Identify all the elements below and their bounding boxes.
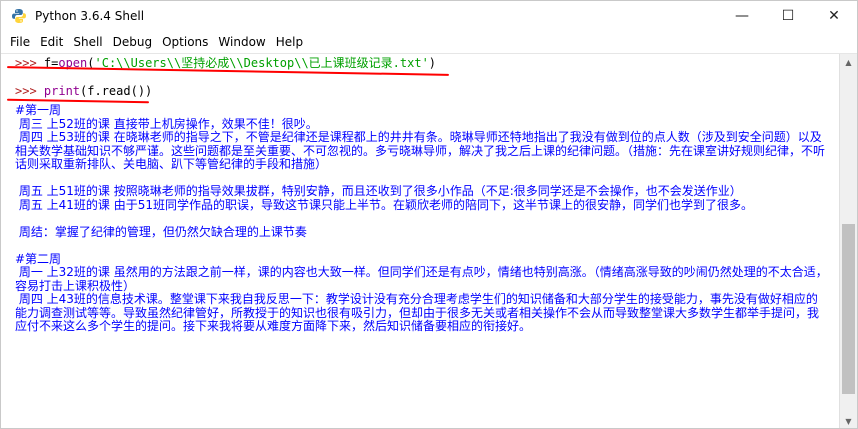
menu-options[interactable]: Options: [157, 31, 213, 53]
shell-prompt: >>>: [15, 84, 44, 98]
menu-edit[interactable]: Edit: [35, 31, 68, 53]
menu-shell[interactable]: Shell: [68, 31, 107, 53]
close-button[interactable]: ✕: [811, 1, 857, 31]
cmd-paren-close: ): [428, 56, 437, 70]
idle-shell-window: Python 3.6.4 Shell — ☐ ✕ File Edit Shell…: [0, 0, 858, 429]
menu-bar: File Edit Shell Debug Options Window Hel…: [1, 31, 857, 54]
window-controls: — ☐ ✕: [719, 1, 857, 31]
cmd-print-func: print: [43, 84, 81, 98]
window-title: Python 3.6.4 Shell: [35, 9, 145, 23]
scroll-up-arrow-icon[interactable]: ▲: [840, 54, 857, 71]
shell-output: #第一周 周三 上52班的课 直接带上机房操作，效果不佳！很吵。 周四 上53班…: [15, 103, 828, 333]
menu-debug[interactable]: Debug: [108, 31, 157, 53]
title-bar: Python 3.6.4 Shell — ☐ ✕: [1, 1, 857, 31]
shell-line-print: >>> print(f.read()): [1, 84, 839, 99]
menu-help[interactable]: Help: [271, 31, 308, 53]
python-logo-icon: [9, 6, 29, 26]
maximize-button[interactable]: ☐: [765, 1, 811, 31]
menu-window[interactable]: Window: [213, 31, 270, 53]
vertical-scrollbar[interactable]: ▲ ▼: [839, 54, 857, 428]
menu-file[interactable]: File: [5, 31, 35, 53]
shell-text-area[interactable]: >>> f=open('C:\\Users\\坚持必成\\Desktop\\已上…: [1, 54, 839, 428]
cmd-print-args: (f.read()): [80, 84, 153, 98]
minimize-button[interactable]: —: [719, 1, 765, 31]
scrollbar-thumb[interactable]: [842, 224, 855, 394]
scroll-down-arrow-icon[interactable]: ▼: [840, 413, 857, 428]
